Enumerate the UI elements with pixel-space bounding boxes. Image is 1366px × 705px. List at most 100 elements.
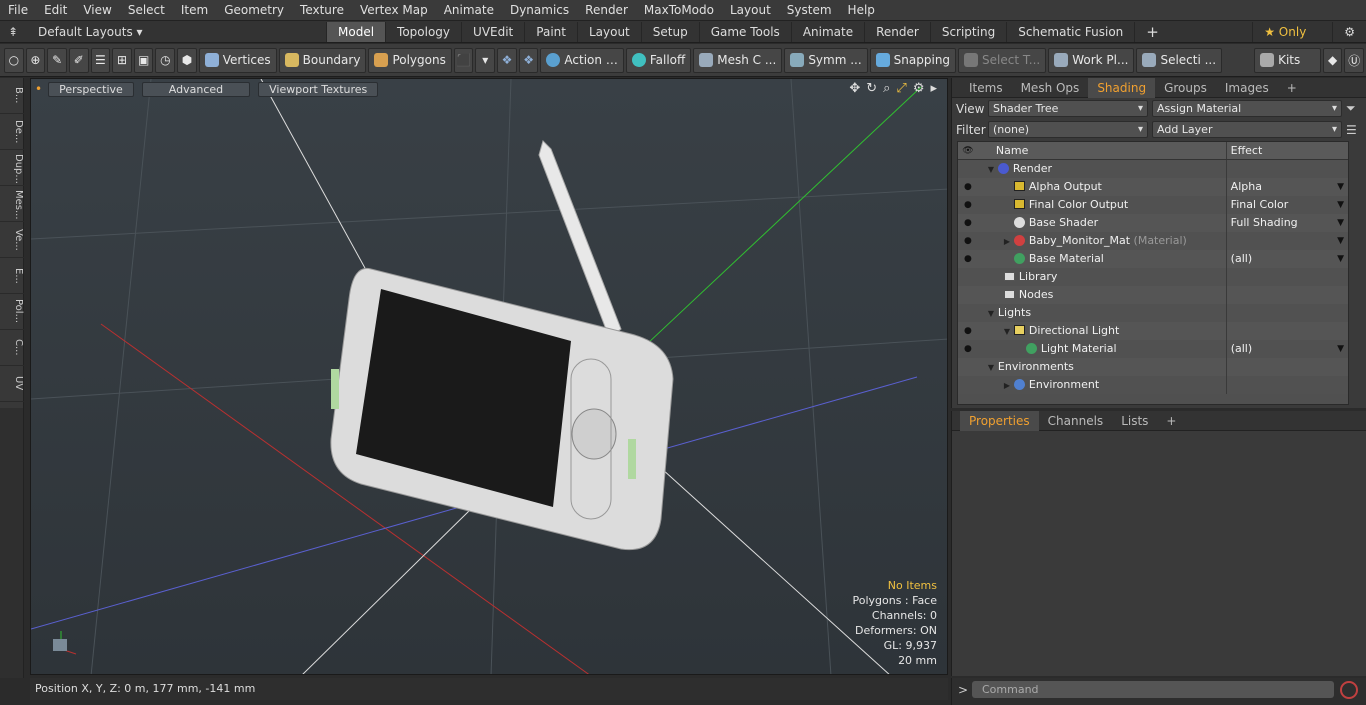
add-tab-icon[interactable]: + — [1134, 21, 1170, 42]
cube-icon[interactable]: ⬛ — [453, 47, 474, 73]
selection-button[interactable]: Selecti ... — [1136, 47, 1223, 73]
perspective-button[interactable]: Perspective — [48, 81, 134, 97]
pen-icon[interactable]: ✎ — [47, 47, 67, 73]
tab-game-tools[interactable]: Game Tools — [698, 21, 791, 42]
left-tab-curve[interactable]: C... — [0, 330, 24, 366]
viewport-gear-icon[interactable]: ⚙ — [913, 81, 925, 96]
eye-icon[interactable]: ● — [958, 250, 978, 268]
zoom-icon[interactable]: ⌕ — [883, 81, 890, 96]
left-tab-mesh[interactable]: Mes... — [0, 186, 24, 222]
tree-row-base-material[interactable]: ● Base Material (all) ▼ — [958, 250, 1348, 268]
gear-icon[interactable]: ⚙ — [1332, 21, 1366, 42]
effect-value[interactable]: (all) — [1231, 252, 1252, 265]
viewport-textures-button[interactable]: Viewport Textures — [258, 81, 379, 97]
eye-icon[interactable]: ● — [958, 232, 978, 250]
tree-row-base-shader[interactable]: ● Base Shader Full Shading ▼ — [958, 214, 1348, 232]
menu-system[interactable]: System — [779, 3, 840, 17]
menu-help[interactable]: Help — [840, 3, 883, 17]
unreal-icon[interactable]: Ⓤ — [1344, 47, 1365, 73]
view-select[interactable]: Shader Tree — [988, 100, 1148, 117]
shield-icon[interactable]: ⬢ — [177, 47, 197, 73]
tree-row-final-color[interactable]: ● Final Color Output Final Color ▼ — [958, 196, 1348, 214]
tab-uvedit[interactable]: UVEdit — [461, 21, 524, 42]
effect-column-header[interactable]: Effect — [1227, 142, 1348, 159]
tree-row-baby-monitor-mat[interactable]: ● ▶ Baby_Monitor_Mat (Material) ▼ — [958, 232, 1348, 250]
rotate-icon[interactable]: ↻ — [866, 81, 877, 96]
menu-vertex-map[interactable]: Vertex Map — [352, 3, 436, 17]
brush-icon[interactable]: ✐ — [68, 47, 89, 73]
left-tab-edge[interactable]: E... — [0, 258, 24, 294]
menu-texture[interactable]: Texture — [292, 3, 352, 17]
3d-viewport[interactable]: • Perspective Advanced Viewport Textures… — [30, 78, 948, 675]
effect-value[interactable]: Full Shading — [1231, 216, 1298, 229]
square-icon[interactable]: ▣ — [133, 47, 154, 73]
grid-icon[interactable]: ⊞ — [112, 47, 132, 73]
tab-properties[interactable]: Properties — [960, 410, 1039, 431]
falloff-button[interactable]: Falloff — [625, 47, 692, 73]
tab-images[interactable]: Images — [1216, 78, 1278, 98]
tree-row-environments[interactable]: ▼ Environments — [958, 358, 1348, 376]
tab-render[interactable]: Render — [864, 21, 930, 42]
tree-row-library[interactable]: Library — [958, 268, 1348, 286]
menu-view[interactable]: View — [75, 3, 119, 17]
vertices-button[interactable]: Vertices — [198, 47, 277, 73]
kits-button[interactable]: Kits — [1254, 47, 1321, 73]
tab-shading[interactable]: Shading — [1088, 77, 1156, 98]
layer-options-icon[interactable]: ☰ — [1346, 123, 1357, 137]
menu-maxtomodo[interactable]: MaxToModo — [636, 3, 722, 17]
name-column-header[interactable]: Name — [978, 142, 1227, 159]
tab-topology[interactable]: Topology — [385, 21, 461, 42]
tab-items[interactable]: Items — [960, 78, 1012, 98]
expand-arrow-icon[interactable]: ▸ — [930, 81, 937, 96]
globe-icon[interactable]: ⊕ — [25, 47, 46, 73]
menu-layout[interactable]: Layout — [722, 3, 779, 17]
left-tab-deform[interactable]: De... — [0, 114, 24, 150]
tree-row-light-material[interactable]: ● Light Material (all) ▼ — [958, 340, 1348, 358]
left-tab-vertex[interactable]: Ve... — [0, 222, 24, 258]
add-tab-icon[interactable]: + — [1157, 411, 1185, 431]
action-button[interactable]: Action … — [540, 47, 624, 73]
tab-model[interactable]: Model — [326, 21, 386, 42]
menu-render[interactable]: Render — [577, 3, 636, 17]
left-tab-uv[interactable]: UV — [0, 366, 24, 402]
snapping-button[interactable]: Snapping — [869, 47, 957, 73]
tree-row-nodes[interactable]: Nodes — [958, 286, 1348, 304]
tab-lists[interactable]: Lists — [1112, 411, 1157, 431]
tab-setup[interactable]: Setup — [640, 21, 699, 42]
add-layer-select[interactable]: Add Layer — [1152, 121, 1342, 138]
record-icon[interactable] — [1340, 681, 1358, 699]
layout-collapse-icon[interactable]: ⇞ — [0, 25, 26, 39]
tab-groups[interactable]: Groups — [1155, 78, 1216, 98]
tab-channels[interactable]: Channels — [1039, 411, 1113, 431]
polygons-button[interactable]: Polygons — [368, 47, 452, 73]
add-tab-icon[interactable]: + — [1278, 78, 1306, 98]
symmetry-button[interactable]: Symm ... — [784, 47, 868, 73]
menu-edit[interactable]: Edit — [36, 3, 75, 17]
dropdown-icon[interactable]: ▾ — [475, 47, 496, 73]
pan-icon[interactable]: ✥ — [849, 81, 860, 96]
tree-row-directional-light[interactable]: ● ▼ Directional Light — [958, 322, 1348, 340]
tree-row-lights[interactable]: ▼ Lights — [958, 304, 1348, 322]
effect-value[interactable]: Alpha — [1231, 180, 1262, 193]
select-circle-icon[interactable]: ○ — [4, 47, 24, 73]
tab-mesh-ops[interactable]: Mesh Ops — [1012, 78, 1089, 98]
eye-icon[interactable]: ● — [958, 196, 978, 214]
mesh-constraint-button[interactable]: Mesh C ... — [693, 47, 783, 73]
filter-select[interactable]: (none) — [988, 121, 1148, 138]
tree-row-alpha-output[interactable]: ● Alpha Output Alpha ▼ — [958, 178, 1348, 196]
menu-dynamics[interactable]: Dynamics — [502, 3, 577, 17]
left-tab-basic[interactable]: B... — [0, 78, 24, 114]
assign-material-select[interactable]: Assign Material — [1152, 100, 1342, 117]
boundary-button[interactable]: Boundary — [278, 47, 367, 73]
menu-animate[interactable]: Animate — [436, 3, 502, 17]
tab-schematic-fusion[interactable]: Schematic Fusion — [1006, 21, 1134, 42]
clock-icon[interactable]: ◷ — [155, 47, 176, 73]
tab-layout[interactable]: Layout — [576, 21, 641, 42]
select-through-button[interactable]: Select T... — [958, 47, 1047, 73]
advanced-button[interactable]: Advanced — [141, 81, 251, 97]
filter-funnel-icon[interactable]: ⏷ — [1346, 101, 1356, 116]
align-icon[interactable]: ☰ — [90, 47, 111, 73]
tree-row-environment[interactable]: ▶ Environment — [958, 376, 1348, 394]
left-tab-duplicate[interactable]: Dup... — [0, 150, 24, 186]
work-plane-button[interactable]: Work Pl... — [1048, 47, 1135, 73]
